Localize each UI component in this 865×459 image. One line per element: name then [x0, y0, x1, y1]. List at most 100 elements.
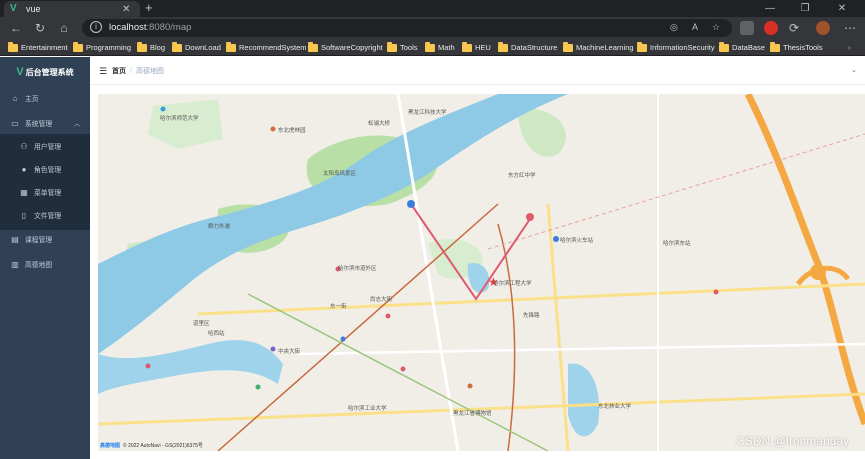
amap-logo[interactable]: 高德地图: [100, 442, 120, 449]
chevron-up-icon: ︿: [73, 121, 80, 128]
map-label: 哈尔滨工程大学: [493, 281, 532, 287]
location-icon[interactable]: ◎: [670, 22, 678, 33]
map-label: 黑龙江科技大学: [408, 110, 447, 116]
setting-icon: ▭: [11, 118, 19, 128]
map-label: 群力外滩: [208, 224, 231, 230]
map-label: 哈尔滨师范大学: [160, 116, 199, 122]
favorite-star-icon[interactable]: ☆: [712, 22, 720, 33]
bookmark-folder[interactable]: DownLoad: [172, 41, 221, 54]
folder-icon: [498, 41, 508, 52]
course-icon: ▤: [11, 234, 19, 244]
bookmark-folder[interactable]: MachineLearning: [563, 41, 634, 54]
hamburger-icon[interactable]: ☰: [99, 66, 107, 77]
folder-icon: [8, 41, 18, 52]
map-label: 东方红中学: [508, 173, 536, 179]
bookmark-folder[interactable]: DataBase: [719, 41, 765, 54]
breadcrumb-home[interactable]: 首页: [112, 68, 126, 75]
close-window-button[interactable]: ✕: [827, 0, 857, 17]
user-dropdown-chevron-icon[interactable]: ⌄: [851, 66, 857, 74]
bookmarks-bar: Entertainment Programming Blog DownLoad …: [0, 39, 865, 56]
sidebar-item-courses[interactable]: ▤ 课程管理: [0, 228, 90, 250]
map-canvas[interactable]: ★: [98, 94, 865, 451]
folder-icon: [226, 41, 236, 52]
minimize-button[interactable]: —: [755, 0, 785, 17]
map-label: 东北林业大学: [598, 404, 632, 410]
watermark: CSDN @Ironmanday: [736, 434, 849, 448]
folder-icon: [387, 41, 397, 52]
map-label: 哈尔滨工业大学: [348, 406, 387, 412]
map-label: 松浦大桥: [368, 121, 391, 127]
sidebar-item-files[interactable]: ▯ 文件管理: [0, 204, 90, 226]
bookmark-folder[interactable]: Blog: [137, 41, 165, 54]
map-label: 哈西站: [208, 331, 225, 337]
folder-icon: [462, 41, 472, 52]
folder-icon: [637, 41, 647, 52]
folder-icon: [172, 41, 182, 52]
folder-icon: [137, 41, 147, 52]
folder-icon: [770, 41, 780, 52]
map-label: 哈尔滨东站: [663, 241, 691, 247]
map-icon: ▥: [11, 259, 19, 269]
home-icon: ⌂: [12, 93, 18, 103]
bookmark-folder[interactable]: InformationSecurity: [637, 41, 715, 54]
folder-icon: [719, 41, 729, 52]
bookmarks-overflow-icon[interactable]: ›: [848, 41, 851, 54]
map-label: 东一街: [330, 304, 347, 310]
profile-avatar[interactable]: [816, 21, 830, 35]
map-label: 黑龙江省博物馆: [453, 411, 492, 417]
map-label: 东北虎林园: [278, 128, 306, 134]
user-icon: ⚇: [20, 141, 28, 151]
close-tab-icon[interactable]: ✕: [122, 4, 134, 15]
map-label: 道里区: [193, 321, 210, 327]
back-button[interactable]: ←: [8, 20, 24, 36]
folder-icon: [425, 41, 435, 52]
map-attribution: 高德地图 © 2022 AutoNavi - GS(2021)6375号: [100, 442, 203, 449]
bookmark-folder[interactable]: Entertainment: [8, 41, 68, 54]
browser-titlebar: V vue ✕ + — ❐ ✕: [0, 0, 865, 17]
folder-icon: [308, 41, 318, 52]
bookmark-folder[interactable]: ThesisTools: [770, 41, 823, 54]
sidebar-item-menus[interactable]: ▦ 菜单管理: [0, 181, 90, 203]
map-label: 哈尔滨火车站: [560, 238, 594, 244]
sidebar-item-system[interactable]: ▭ 系统管理 ︿: [0, 112, 90, 134]
sidebar-item-map[interactable]: ▥ 高德地图: [0, 253, 90, 275]
folder-icon: [73, 41, 83, 52]
maximize-button[interactable]: ❐: [790, 0, 820, 17]
extension-red-icon[interactable]: [764, 21, 778, 35]
url-omnibox[interactable]: i localhost:8080/map ◎ A ☆: [82, 19, 732, 37]
app-logo: V 后台管理系统: [0, 57, 90, 87]
bookmark-folder[interactable]: SoftwareCopyright: [308, 41, 383, 54]
breadcrumb: 首页 / 高德地图: [112, 68, 164, 75]
extension-icon[interactable]: [740, 21, 754, 35]
map-label: 哈尔滨市道外区: [338, 266, 377, 272]
bookmark-folder[interactable]: Programming: [73, 41, 131, 54]
home-button[interactable]: ⌂: [56, 20, 72, 36]
more-menu-icon[interactable]: ⋯: [842, 20, 858, 36]
site-info-icon[interactable]: i: [90, 21, 102, 33]
map-label: 中央大街: [278, 349, 301, 355]
read-aloud-icon[interactable]: A: [692, 22, 698, 32]
browser-tab[interactable]: V vue ✕: [4, 1, 140, 17]
folder-icon: [563, 41, 573, 52]
address-bar: ← ↻ ⌂ i localhost:8080/map ◎ A ☆ ⟳ ⋯: [0, 17, 865, 39]
bookmark-folder[interactable]: RecommendSystem: [226, 41, 307, 54]
url-text: localhost:8080/map: [109, 22, 192, 33]
map-label: 先锋路: [523, 313, 540, 319]
refresh-extension-icon[interactable]: ⟳: [786, 20, 802, 36]
amap-map[interactable]: ★ 哈尔滨师范大学 东北虎林园 黑龙江科技大学 松浦大桥 哈尔滨市道外区 东方红…: [98, 94, 865, 451]
reload-button[interactable]: ↻: [32, 20, 48, 36]
map-label: 太阳岛风景区: [323, 171, 357, 177]
navbar: ☰ 首页 / 高德地图 ⌄: [90, 57, 865, 85]
bookmark-folder[interactable]: Tools: [387, 41, 418, 54]
sidebar-item-home[interactable]: ⌂ 主页: [0, 87, 90, 109]
new-tab-button[interactable]: +: [145, 1, 153, 15]
vue-logo-icon: V: [10, 3, 17, 14]
sidebar: V 后台管理系统 ⌂ 主页 ▭ 系统管理 ︿ ⚇ 用户管理 ● 角色管理 ▦ 菜…: [0, 57, 90, 459]
tab-title: vue: [26, 4, 41, 14]
sidebar-item-roles[interactable]: ● 角色管理: [0, 158, 90, 180]
bookmark-folder[interactable]: DataStructure: [498, 41, 557, 54]
sidebar-item-users[interactable]: ⚇ 用户管理: [0, 135, 90, 157]
bookmark-folder[interactable]: Math: [425, 41, 455, 54]
bookmark-folder[interactable]: HEU: [462, 41, 491, 54]
role-icon: ●: [21, 164, 27, 174]
